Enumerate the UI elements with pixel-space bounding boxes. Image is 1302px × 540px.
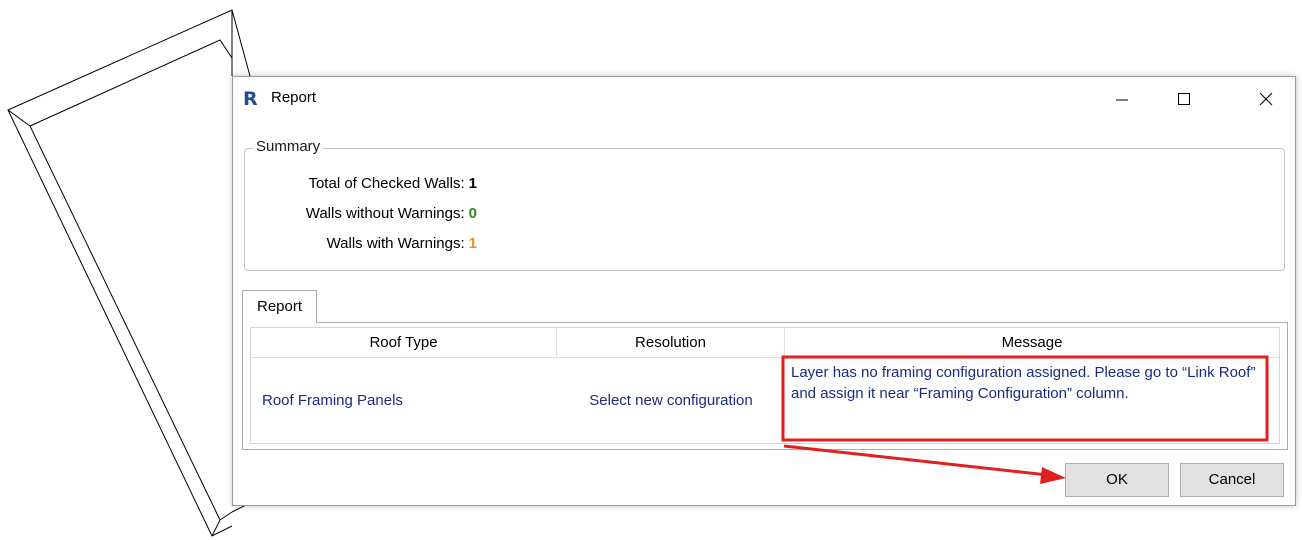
summary-label: Walls without Warnings:: [305, 205, 465, 222]
cell-message: Layer has no framing configuration assig…: [791, 364, 1256, 402]
revit-app-icon: R: [243, 88, 258, 110]
cancel-button[interactable]: Cancel: [1180, 463, 1284, 497]
maximize-button[interactable]: [1161, 77, 1207, 121]
summary-row-with-warnings: Walls with Warnings: 1: [245, 235, 477, 252]
report-table: Roof Type Resolution Message Roof Framin…: [250, 327, 1280, 444]
tab-report[interactable]: Report: [242, 290, 317, 323]
summary-legend: Summary: [253, 138, 324, 155]
report-dialog: R Report Summary Total of Checked Walls:…: [232, 76, 1296, 506]
cell-roof-type[interactable]: Roof Framing Panels: [251, 358, 557, 444]
summary-row-total: Total of Checked Walls: 1: [245, 175, 477, 192]
title-bar: R Report: [233, 77, 1295, 121]
summary-value: 1: [468, 175, 477, 192]
minimize-button[interactable]: [1099, 77, 1145, 121]
column-header-message[interactable]: Message: [785, 328, 1279, 358]
maximize-icon: [1178, 93, 1190, 105]
close-button[interactable]: [1243, 77, 1289, 121]
close-icon: [1259, 92, 1273, 106]
report-tab-panel: Roof Type Resolution Message Roof Framin…: [242, 322, 1288, 450]
column-header-resolution[interactable]: Resolution: [557, 328, 785, 358]
summary-label: Walls with Warnings:: [326, 235, 465, 252]
summary-group: Summary Total of Checked Walls: 1 Walls w…: [244, 138, 1285, 271]
summary-value: 1: [468, 235, 477, 252]
cell-resolution-link[interactable]: Select new configuration: [557, 358, 785, 444]
window-title: Report: [271, 89, 317, 106]
summary-label: Total of Checked Walls:: [308, 175, 465, 192]
summary-value: 0: [468, 205, 477, 222]
summary-row-without-warnings: Walls without Warnings: 0: [245, 205, 477, 222]
column-header-roof-type[interactable]: Roof Type: [251, 328, 557, 358]
minimize-icon: [1116, 99, 1128, 101]
ok-button[interactable]: OK: [1065, 463, 1169, 497]
